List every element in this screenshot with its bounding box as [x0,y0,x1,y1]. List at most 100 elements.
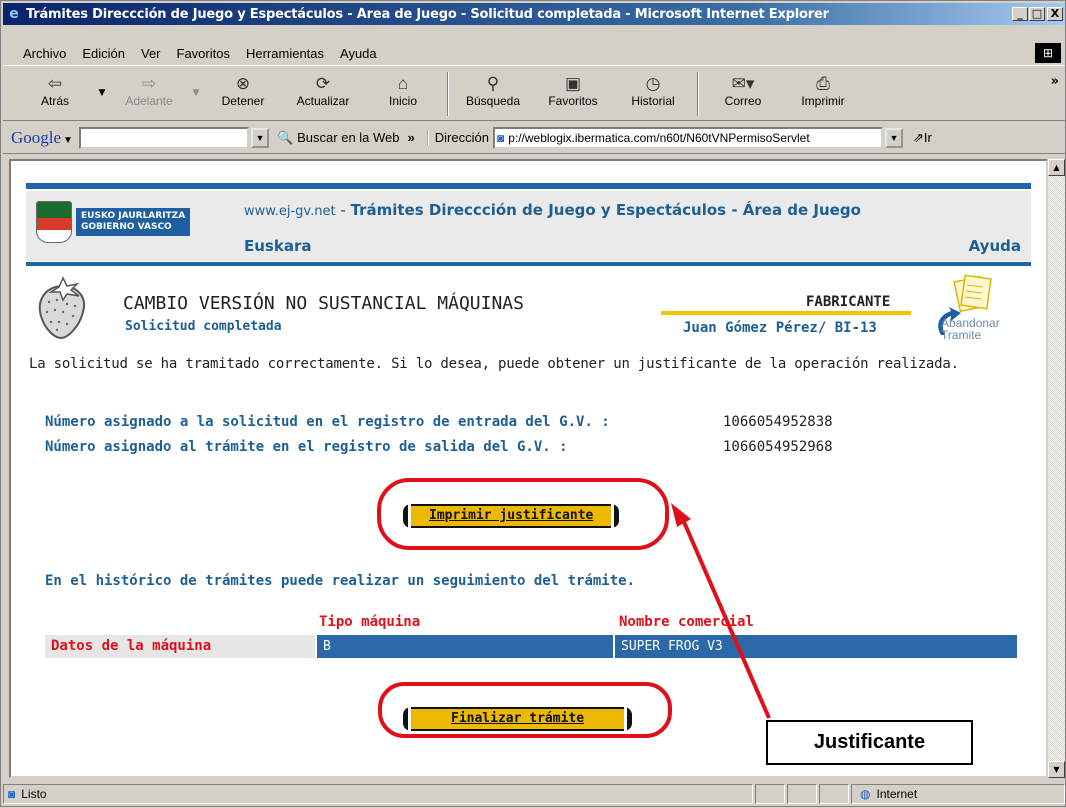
address-label: Dirección [426,130,489,145]
google-toolbar: Google ▼ ▼ 🔍 Buscar en la Web » Dirección… [3,122,1065,154]
print-label: Imprimir [801,94,845,108]
home-button[interactable]: ⌂ Inicio [363,66,443,108]
site-link[interactable]: www.ej-gv.net [244,204,336,219]
form-subtitle: Solicitud completada [125,319,282,334]
justificante-callout: Justificante [766,720,973,765]
history-button[interactable]: ◷ Historial [613,66,693,108]
google-menu[interactable]: Google ▼ [11,128,73,148]
finish-tramite-button[interactable]: Finalizar trámite [403,707,633,731]
entry-register-value: 1066054952838 [723,414,833,430]
stop-icon: ⊗ [235,74,251,93]
toolbar-separator [697,72,699,116]
back-label: Atrás [40,94,69,108]
menu-herramientas[interactable]: Herramientas [238,46,332,61]
user-role: FABRICANTE [806,294,891,310]
menu-bar: Archivo Edición Ver Favoritos Herramient… [3,43,1065,63]
stop-button[interactable]: ⊗ Detener [203,66,283,108]
exit-register-value: 1066054952968 [723,439,833,455]
euskara-link[interactable]: Euskara [244,237,311,255]
success-message: La solicitud se ha tramitado correctamen… [29,356,959,372]
ie-icon: e [9,6,19,22]
menu-edicion[interactable]: Edición [74,46,133,61]
menu-ver[interactable]: Ver [133,46,169,61]
google-search-input[interactable] [78,126,249,149]
page-done-icon: ◙ [8,787,16,801]
machine-data-label: Datos de la máquina [45,635,315,658]
search-button[interactable]: ⚲ Búsqueda [453,66,533,108]
status-cell [819,784,849,804]
home-icon: ⌂ [397,74,409,93]
binoculars-icon: 🔍 [276,129,294,145]
logo-line-1: EUSKO JAURLARITZA [81,211,186,221]
minimize-button[interactable]: _ [1012,7,1028,21]
print-receipt-label: Imprimir justificante [411,504,612,528]
address-dropdown-button[interactable]: ▼ [884,127,903,148]
search-icon: ⚲ [486,74,500,93]
google-logo: Google [11,127,62,147]
toolbar-overflow-icon[interactable]: » [1051,74,1059,89]
print-receipt-button[interactable]: Imprimir justificante [403,504,620,528]
commercial-name-cell: SUPER FROG V3 [615,635,1017,658]
machine-type-cell: B [317,635,613,658]
abandon-line-2: Tramite [941,328,982,342]
refresh-icon: ⟳ [315,74,331,93]
search-web-button[interactable]: 🔍 Buscar en la Web [277,130,400,146]
gobierno-vasco-logo[interactable]: EUSKO JAURLARITZA GOBIERNO VASCO [36,199,216,245]
forward-dropdown-icon[interactable]: ▼ [189,66,203,98]
status-cell [755,784,785,804]
form-title: CAMBIO VERSIÓN NO SUSTANCIAL MÁQUINAS [123,293,524,314]
window-title: Trámites Direccción de Juego y Espectácu… [26,6,829,22]
google-dropdown-button[interactable]: ▼ [250,127,269,148]
maximize-button[interactable]: □ [1029,7,1045,21]
back-arrow-icon: ⇦ [47,74,63,93]
page-icon: ◙ [496,130,505,145]
title-underline [661,311,911,315]
favorites-button[interactable]: ▣ Favoritos [533,66,613,108]
favorites-label: Favoritos [548,94,598,108]
header-top-rule [26,183,1031,189]
toolbar: ⇦ Atrás ▼ ⇨ Adelante ▼ ⊗ Detener ⟳ Actua… [3,65,1065,121]
back-button[interactable]: ⇦ Atrás [15,66,95,108]
menu-ayuda[interactable]: Ayuda [332,46,385,61]
favorites-icon: ▣ [564,74,582,93]
ayuda-link[interactable]: Ayuda [969,237,1021,255]
history-label: Historial [631,94,675,108]
security-zone: ◍ Internet [851,784,1065,804]
printer-icon: ⎙ [816,74,830,93]
address-field[interactable]: ◙ p://weblogix.ibermatica.com/n60t/N60tV… [492,126,883,149]
menu-archivo[interactable]: Archivo [3,46,74,61]
close-button[interactable]: X [1047,7,1063,21]
header-bottom-rule [26,262,1031,266]
forward-button[interactable]: ⇨ Adelante [109,66,189,108]
scroll-down-button[interactable]: ▼ [1048,761,1065,778]
mail-button[interactable]: ✉▾ Correo [703,66,783,108]
refresh-label: Actualizar [296,94,350,108]
forward-label: Adelante [125,94,173,108]
scroll-up-button[interactable]: ▲ [1048,159,1065,176]
search-web-label: Buscar en la Web [297,130,400,145]
status-main: ◙ Listo [3,784,753,804]
window-controls: _ □ X [1011,7,1063,21]
vertical-scrollbar[interactable]: ▲ ▼ [1048,159,1065,778]
user-name: Juan Gómez Pérez/ BI-13 [683,320,877,336]
menu-favoritos[interactable]: Favoritos [169,46,238,61]
entry-register-label: Número asignado a la solicitud en el reg… [45,414,610,430]
refresh-button[interactable]: ⟳ Actualizar [283,66,363,108]
logo-line-2: GOBIERNO VASCO [81,222,172,232]
print-button[interactable]: ⎙ Imprimir [783,66,863,108]
title-bar: e Trámites Direccción de Juego y Espectá… [3,3,1065,25]
search-label: Búsqueda [465,94,521,108]
go-label: Ir [923,129,932,145]
globe-icon: ◍ [860,787,871,801]
logo-text: EUSKO JAURLARITZA GOBIERNO VASCO [76,208,191,236]
google-overflow-icon[interactable]: » [408,130,415,145]
zone-text: Internet [876,787,918,801]
go-button[interactable]: ⇗Ir [913,130,932,146]
back-dropdown-icon[interactable]: ▼ [95,66,109,98]
abandon-label[interactable]: Abandonar Tramite [941,317,1000,341]
forward-arrow-icon: ⇨ [141,74,157,93]
status-text: Listo [21,787,47,801]
button-left-cap [403,504,411,528]
stop-label: Detener [221,94,265,108]
mail-label: Correo [724,94,762,108]
